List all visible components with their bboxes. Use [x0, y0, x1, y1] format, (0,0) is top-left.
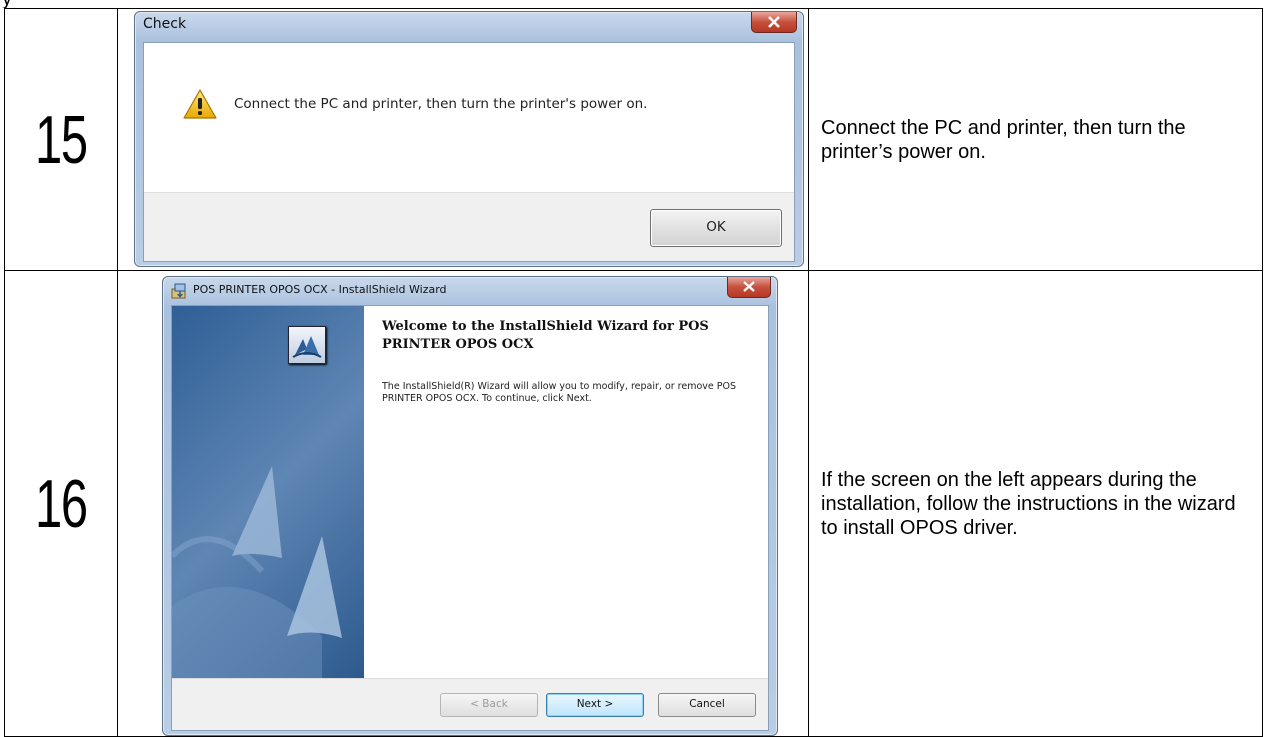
wizard-side-panel [172, 306, 364, 678]
next-button[interactable]: Next > [546, 693, 644, 717]
installer-icon [171, 283, 189, 304]
step-description: Connect the PC and printer, then turn th… [821, 116, 1186, 163]
description-cell: Connect the PC and printer, then turn th… [808, 8, 1263, 271]
description-cell: If the screen on the left appears during… [808, 270, 1263, 737]
wizard-heading: Welcome to the InstallShield Wizard for … [382, 319, 709, 352]
wizard-body: The InstallShield(R) Wizard will allow y… [382, 381, 737, 404]
check-dialog: Check Connect the PC and printer, then t… [134, 11, 804, 267]
warning-icon [182, 88, 218, 125]
dialog-title: Check [143, 16, 187, 32]
installshield-logo-icon [288, 326, 326, 364]
dialog-client: Connect the PC and printer, then turn th… [143, 42, 795, 262]
close-icon[interactable] [727, 277, 771, 298]
sails-graphic-icon [172, 466, 342, 678]
dialog-title: POS PRINTER OPOS OCX - InstallShield Wiz… [193, 283, 447, 296]
back-button[interactable]: < Back [440, 693, 538, 717]
screenshot-cell: POS PRINTER OPOS OCX - InstallShield Wiz… [117, 270, 809, 737]
step-number: 16 [35, 465, 88, 542]
step-description: If the screen on the left appears during… [821, 468, 1236, 539]
wizard-footer: < Back Next > Cancel [172, 678, 768, 730]
step-number: 15 [35, 101, 88, 178]
step-number-cell: 15 [4, 8, 118, 271]
steps-table: 15 Check Connect the PC and printer, the… [4, 8, 1263, 737]
screenshot-cell: Check Connect the PC and printer, then t… [117, 8, 809, 271]
close-icon[interactable] [751, 12, 797, 33]
dialog-footer: OK [144, 192, 794, 261]
ok-button[interactable]: OK [650, 209, 782, 247]
dialog-message: Connect the PC and printer, then turn th… [234, 96, 648, 112]
top-cut-text: y [0, 0, 20, 8]
step-number-cell: 16 [4, 270, 118, 737]
installshield-dialog: POS PRINTER OPOS OCX - InstallShield Wiz… [162, 276, 778, 736]
step-row: 16 POS PRINTER OPOS OCX - InstallShield … [4, 270, 1263, 737]
step-row: 15 Check Connect the PC and printer, the… [4, 8, 1263, 271]
wizard-client: Welcome to the InstallShield Wizard for … [171, 305, 769, 731]
cancel-button[interactable]: Cancel [658, 693, 756, 717]
